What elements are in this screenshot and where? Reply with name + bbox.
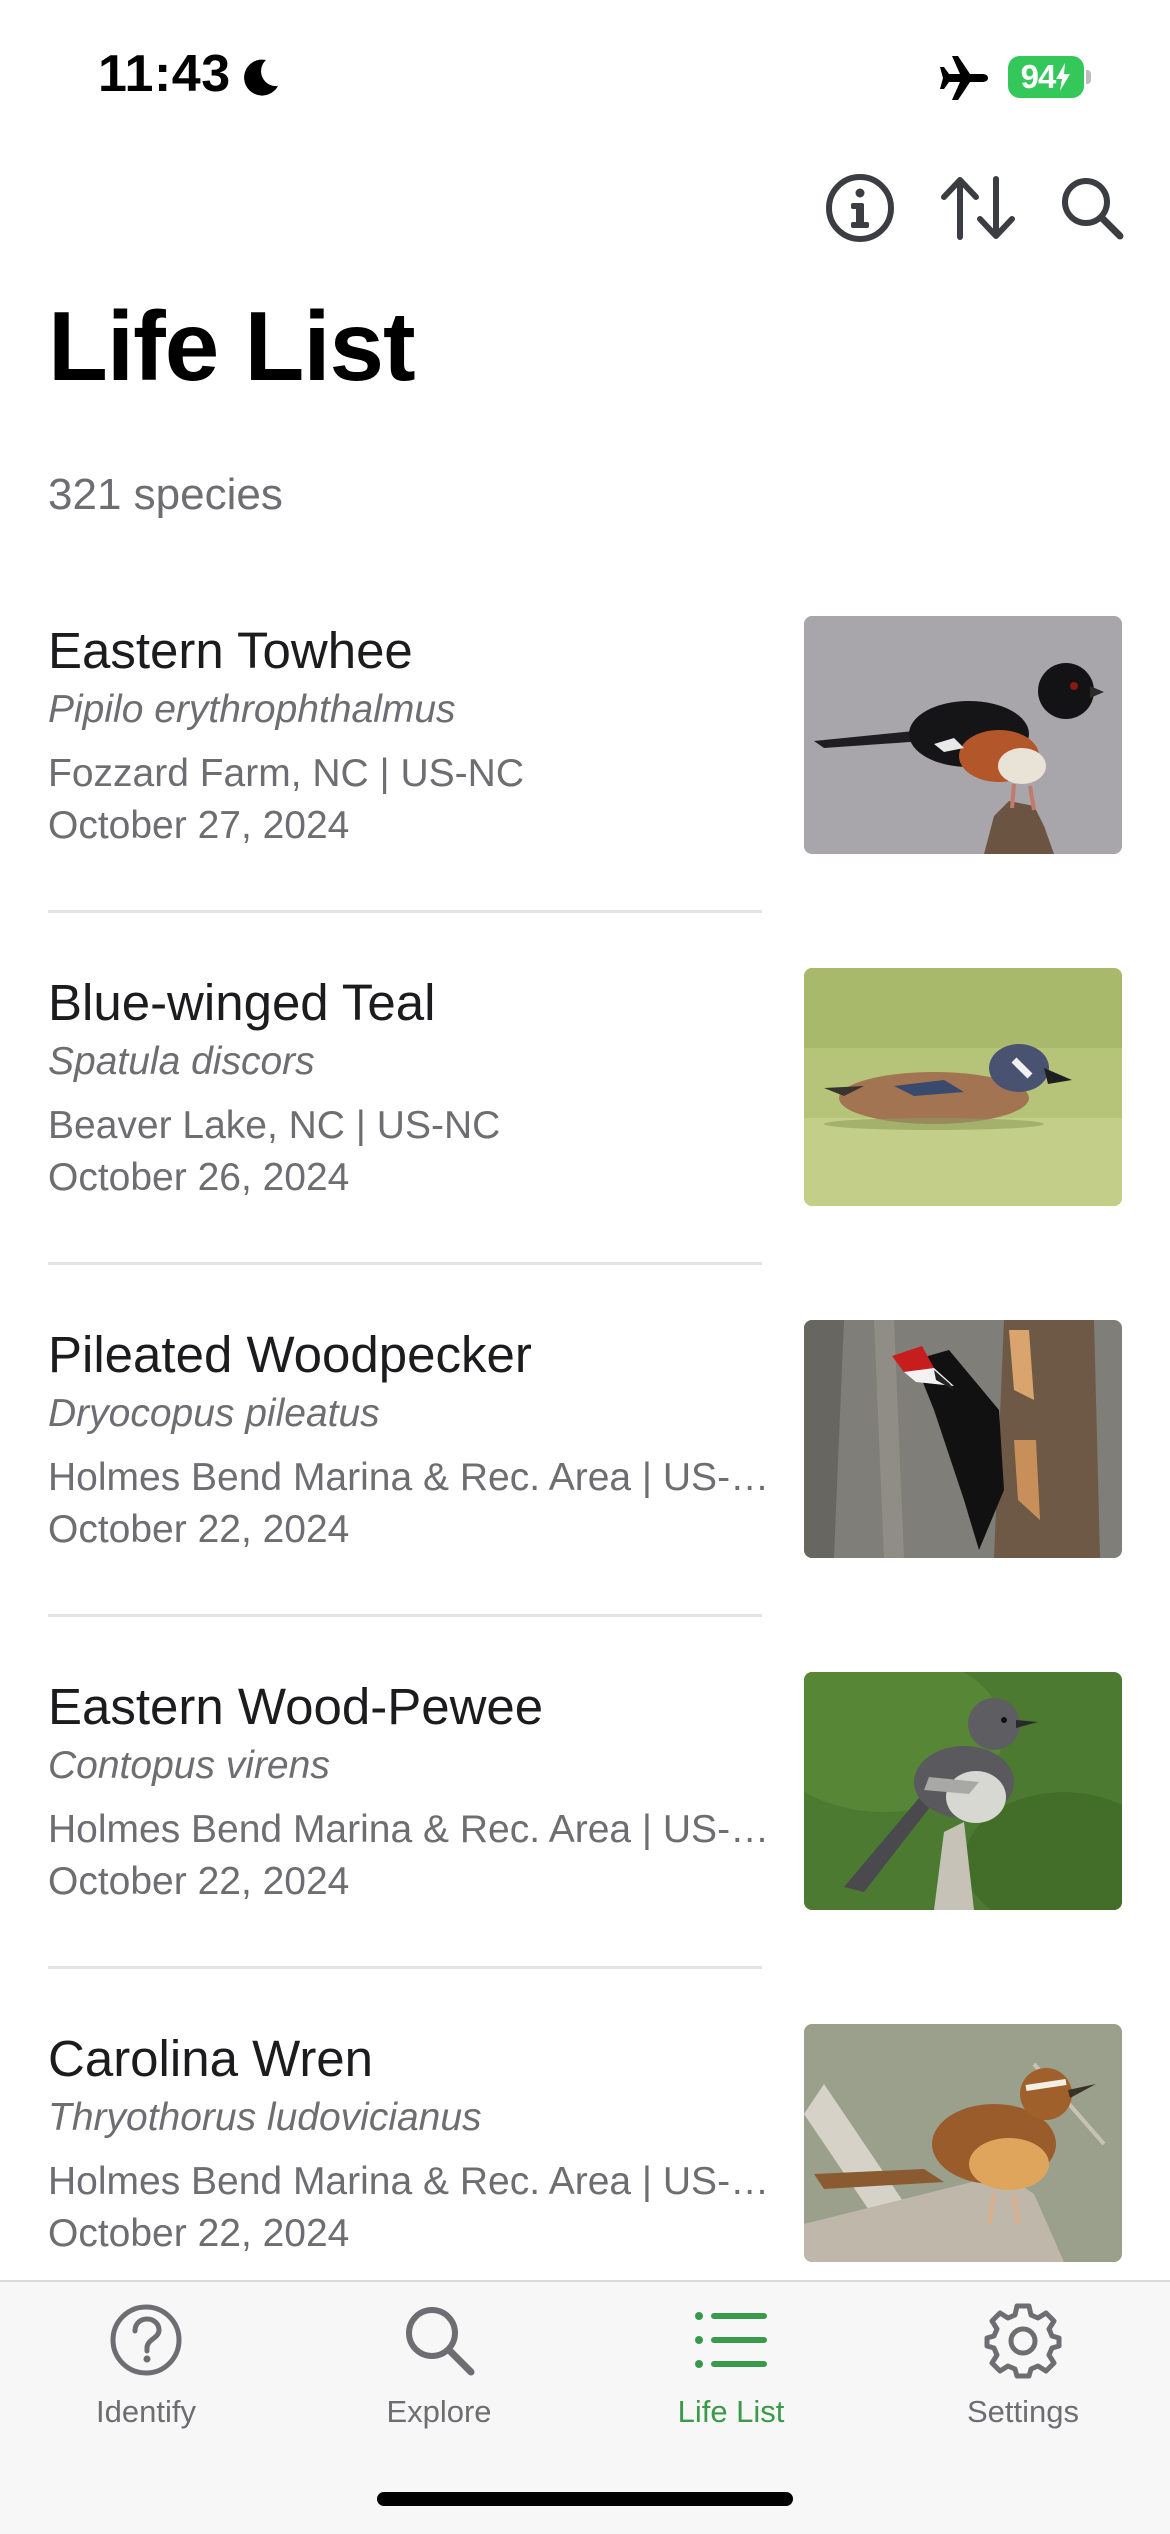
sighting-date: October 26, 2024: [48, 1156, 350, 1199]
sighting-date: October 22, 2024: [48, 2212, 350, 2255]
divider: [48, 1262, 762, 1265]
species-name: Eastern Towhee: [48, 622, 413, 679]
tab-label: Identify: [96, 2394, 196, 2429]
moon-icon: [244, 59, 278, 96]
sighting-location: Holmes Bend Marina & Rec. Area | US-TN: [48, 2160, 782, 2203]
status-bar: 11:43 94: [0, 0, 1170, 150]
bird-photo: [804, 1320, 1122, 1558]
species-name: Carolina Wren: [48, 2030, 374, 2087]
divider: [48, 1614, 762, 1617]
page-title: Life List: [48, 291, 416, 401]
airplane-icon: [940, 56, 988, 100]
divider: [48, 1966, 762, 1969]
species-name: Pileated Woodpecker: [48, 1326, 532, 1383]
info-icon: [826, 174, 894, 242]
species-name: Eastern Wood-Pewee: [48, 1678, 544, 1735]
list-item[interactable]: Eastern Towhee Pipilo erythrophthalmus F…: [0, 616, 1170, 968]
status-time: 11:43: [98, 45, 231, 103]
tab-explore[interactable]: Explore: [319, 2300, 559, 2450]
info-button[interactable]: [820, 168, 900, 248]
battery-indicator: 94: [1008, 56, 1084, 98]
battery-level: 94: [1020, 58, 1057, 95]
sighting-date: October 22, 2024: [48, 1860, 350, 1903]
tab-life-list[interactable]: Life List: [611, 2300, 851, 2450]
charging-bolt-icon: [1056, 63, 1071, 91]
bird-photo: [804, 2024, 1122, 2262]
bird-photo: [804, 616, 1122, 854]
sighting-location: Holmes Bend Marina & Rec. Area | US-TN: [48, 1808, 782, 1851]
sort-icon: [941, 176, 1015, 240]
search-icon: [406, 2307, 475, 2376]
list-item[interactable]: Eastern Wood-Pewee Contopus virens Holme…: [0, 1672, 1170, 2024]
scientific-name: Spatula discors: [48, 1040, 315, 1083]
sighting-date: October 27, 2024: [48, 804, 350, 847]
divider: [48, 910, 762, 913]
bird-photo: [804, 1672, 1122, 1910]
sort-button[interactable]: [938, 168, 1018, 248]
tab-label: Settings: [966, 2394, 1079, 2429]
scientific-name: Thryothorus ludovicianus: [48, 2096, 482, 2139]
tab-settings[interactable]: Settings: [903, 2300, 1143, 2450]
tab-label: Life List: [677, 2394, 785, 2429]
list-item[interactable]: Blue-winged Teal Spatula discors Beaver …: [0, 968, 1170, 1320]
species-count: 321 species: [48, 470, 283, 519]
search-button[interactable]: [1052, 168, 1132, 248]
home-indicator[interactable]: [377, 2492, 793, 2506]
question-circle-icon: [110, 2304, 182, 2376]
sighting-date: October 22, 2024: [48, 1508, 350, 1551]
search-icon: [1062, 178, 1124, 240]
list-item[interactable]: Pileated Woodpecker Dryocopus pileatus H…: [0, 1320, 1170, 1672]
list-icon: [695, 2312, 767, 2368]
scientific-name: Pipilo erythrophthalmus: [48, 688, 456, 731]
scientific-name: Dryocopus pileatus: [48, 1392, 380, 1435]
bird-photo: [804, 968, 1122, 1206]
gear-icon: [984, 2303, 1062, 2379]
sighting-location: Holmes Bend Marina & Rec. Area | US-TN: [48, 1456, 782, 1499]
life-list: Eastern Towhee Pipilo erythrophthalmus F…: [0, 616, 1170, 2376]
sighting-location: Beaver Lake, NC | US-NC: [48, 1104, 501, 1147]
species-name: Blue-winged Teal: [48, 974, 436, 1031]
tab-identify[interactable]: Identify: [26, 2300, 266, 2450]
sighting-location: Fozzard Farm, NC | US-NC: [48, 752, 524, 795]
tab-label: Explore: [386, 2394, 492, 2429]
scientific-name: Contopus virens: [48, 1744, 330, 1787]
battery-cap: [1086, 70, 1091, 84]
